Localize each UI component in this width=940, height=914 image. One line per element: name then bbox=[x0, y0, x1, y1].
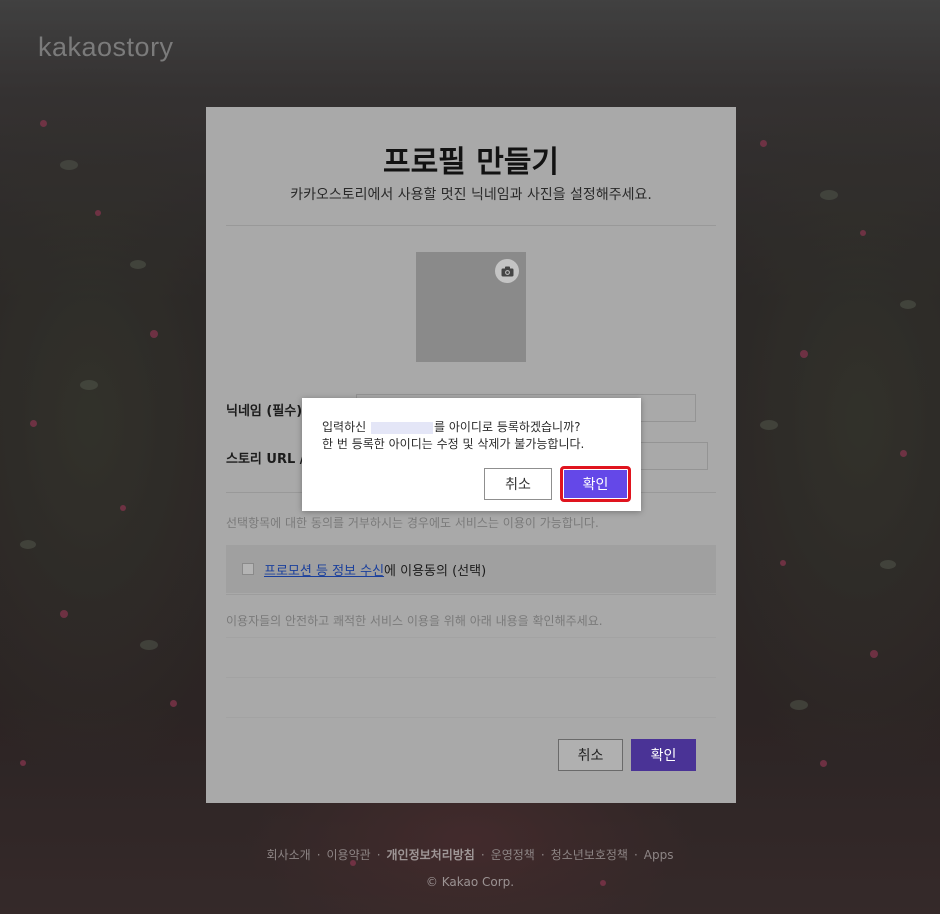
divider bbox=[226, 677, 716, 678]
divider bbox=[226, 717, 716, 718]
nickname-label: 닉네임 (필수) bbox=[226, 404, 303, 419]
footer-links: 회사소개 · 이용약관 · 개인정보처리방침 · 운영정책 · 청소년보호정책 · Apps bbox=[266, 848, 674, 862]
footer-link-company[interactable]: 회사소개 bbox=[267, 848, 311, 862]
divider bbox=[226, 594, 716, 595]
footer-link-privacy[interactable]: 개인정보처리방침 bbox=[387, 848, 475, 862]
promotion-consent-text: 에 이용동의 (선택) bbox=[384, 563, 487, 579]
page-subtitle: 카카오스토리에서 사용할 멋진 닉네임과 사진을 설정해주세요. bbox=[290, 187, 652, 203]
footer-link-terms[interactable]: 이용약관 bbox=[327, 848, 371, 862]
page-title: 프로필 만들기 bbox=[382, 145, 560, 180]
promotion-consent-link[interactable]: 프로모션 등 정보 수신 bbox=[264, 560, 384, 579]
footer-link-apps[interactable]: Apps bbox=[644, 848, 674, 862]
dialog-cancel-button[interactable]: 취소 bbox=[484, 468, 552, 500]
footer-link-youth[interactable]: 청소년보호정책 bbox=[551, 848, 628, 862]
story-url-label: 스토리 URL / bbox=[226, 452, 305, 467]
cancel-button[interactable]: 취소 bbox=[558, 739, 623, 771]
footer-link-policy[interactable]: 운영정책 bbox=[491, 848, 535, 862]
id-confirm-dialog: 입력하신 를 아이디로 등록하겠습니까? 한 번 등록한 아이디는 수정 및 삭… bbox=[302, 398, 641, 511]
dialog-message-line1: 입력하신 를 아이디로 등록하겠습니까? bbox=[322, 420, 581, 434]
divider bbox=[226, 225, 716, 226]
promotion-consent-row[interactable]: 프로모션 등 정보 수신 에 이용동의 (선택) bbox=[226, 545, 716, 593]
confirm-button[interactable]: 확인 bbox=[631, 739, 696, 771]
dialog-message-line2: 한 번 등록한 아이디는 수정 및 삭제가 불가능합니다. bbox=[322, 437, 585, 451]
profile-photo-placeholder[interactable] bbox=[416, 252, 526, 362]
optional-consent-notice: 선택항목에 대한 동의를 거부하시는 경우에도 서비스는 이용이 가능합니다. bbox=[226, 516, 599, 530]
copyright: © Kakao Corp. bbox=[425, 875, 515, 889]
divider bbox=[226, 637, 716, 638]
dialog-confirm-button[interactable]: 확인 bbox=[564, 470, 627, 498]
safety-notice: 이용자들의 안전하고 쾌적한 서비스 이용을 위해 아래 내용을 확인해주세요. bbox=[226, 614, 603, 628]
camera-icon[interactable] bbox=[495, 259, 519, 283]
kakaostory-logo[interactable]: kakaostory bbox=[38, 32, 174, 63]
masked-user-id bbox=[371, 421, 433, 434]
promotion-consent-checkbox[interactable] bbox=[242, 563, 254, 575]
